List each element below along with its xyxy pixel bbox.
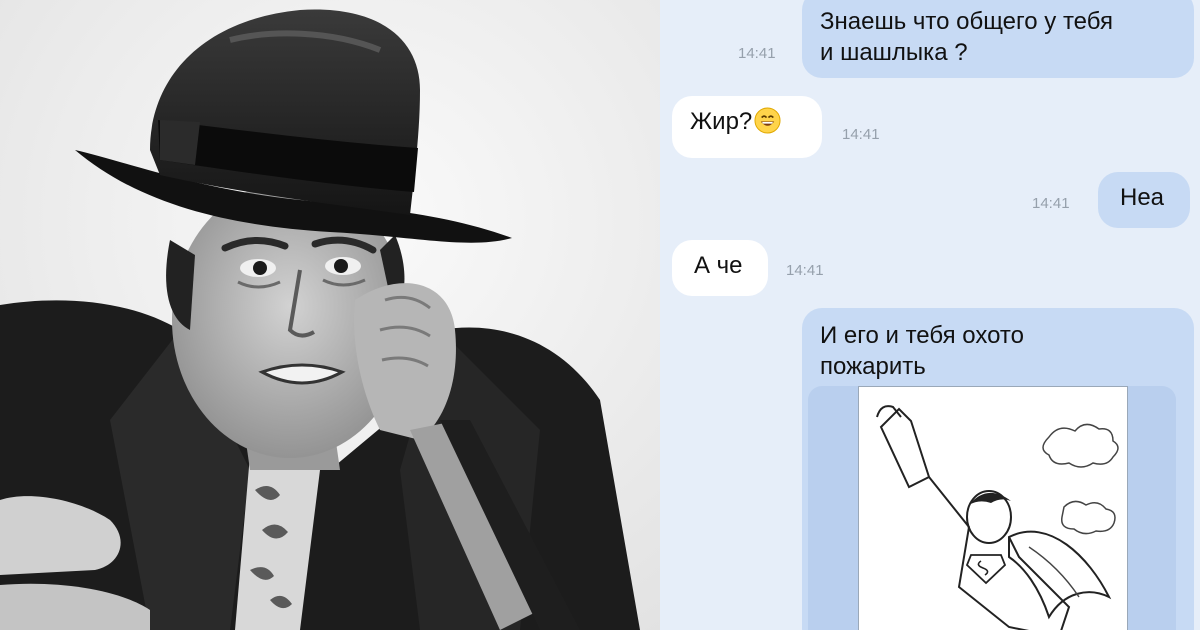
message-text: Знаешь что общего у тебя (820, 8, 1113, 35)
message-timestamp: 14:41 (842, 126, 880, 143)
incoming-message-bubble[interactable]: А че (672, 240, 768, 296)
superhero-drawing (876, 405, 1119, 630)
message-timestamp: 14:41 (786, 262, 824, 279)
portrait-photo (0, 0, 660, 630)
message-text: И его и тебя охото (820, 322, 1024, 349)
outgoing-message-bubble[interactable]: Знаешь что общего у тебя и шашлыка ? (802, 0, 1194, 78)
incoming-message-bubble[interactable]: Жир? (672, 96, 822, 158)
message-timestamp: 14:41 (1032, 195, 1070, 212)
image-attachment[interactable] (808, 386, 1176, 630)
message-timestamp: 14:41 (738, 45, 776, 62)
outgoing-message-bubble[interactable]: Неа (1098, 172, 1190, 228)
message-text: А че (694, 252, 743, 279)
message-text: пожарить (820, 353, 926, 380)
portrait-illustration (0, 0, 660, 630)
message-text: Жир? (690, 108, 753, 135)
chat-panel: 14:41 Знаешь что общего у тебя и шашлыка… (660, 0, 1200, 630)
smiling-face-icon (754, 107, 781, 134)
message-text: и шашлыка ? (820, 39, 968, 66)
superhero-coloring-page-image (858, 386, 1128, 630)
message-text: Неа (1120, 184, 1165, 211)
